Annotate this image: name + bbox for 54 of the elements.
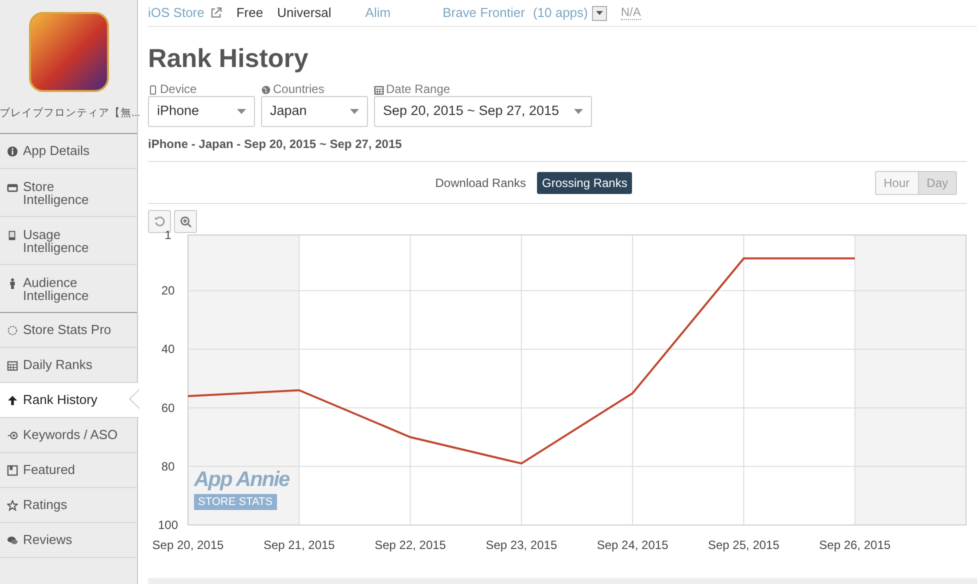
filter-dropdown[interactable]: Japan: [261, 96, 368, 127]
person-icon: [7, 278, 18, 289]
phone-icon: [148, 84, 158, 94]
chart-watermark-badge: STORE STATS: [194, 494, 277, 510]
x-axis-label: Sep 23, 2015: [486, 538, 558, 552]
x-axis-label: Sep 26, 2015: [819, 538, 891, 552]
calendar-icon: [374, 84, 384, 94]
chart-watermark-title: App Annie: [194, 468, 290, 492]
y-axis-label: 40: [161, 342, 175, 356]
price-label: Free: [236, 4, 264, 22]
dashed-circle-icon: [7, 325, 18, 336]
phone-icon: [7, 230, 18, 241]
caret-icon: [350, 109, 359, 114]
x-axis-label: Sep 22, 2015: [374, 538, 446, 552]
rank-tab[interactable]: Grossing Ranks: [536, 172, 632, 194]
star-icon: [7, 500, 18, 511]
target-icon: [7, 430, 18, 441]
calendar-icon: [7, 360, 18, 371]
tray-icon: [7, 182, 18, 193]
caret-icon: [237, 109, 246, 114]
app-name: ブレイブフロンティア【無...: [0, 106, 138, 121]
undo-icon: [154, 216, 165, 227]
info-icon: [7, 146, 18, 157]
caret-icon: [574, 109, 583, 114]
bookmark-icon: [7, 465, 18, 476]
globe-icon: [261, 84, 271, 94]
apps-dropdown-button[interactable]: [592, 6, 607, 20]
zoom-button[interactable]: [174, 210, 197, 233]
filter-dropdown[interactable]: iPhone: [148, 96, 255, 127]
x-axis-label: Sep 20, 2015: [152, 538, 224, 552]
up-arrow-icon: [7, 395, 18, 406]
x-axis-label: Sep 25, 2015: [708, 538, 780, 552]
caret-icon: [596, 11, 603, 15]
page-title: Rank History: [148, 43, 310, 73]
x-axis-label: Sep 24, 2015: [596, 538, 668, 552]
device-support-label: Universal: [277, 4, 332, 22]
app-count: (10 apps): [532, 4, 588, 22]
zoom-in-icon: [180, 216, 192, 228]
filter-dropdown[interactable]: Sep 20, 2015 ~ Sep 27, 2015: [374, 96, 592, 127]
filter-label: Countries: [273, 83, 324, 96]
selection-summary: iPhone - Japan - Sep 20, 2015 ~ Sep 27, 2015: [148, 135, 967, 162]
chat-icon: [7, 535, 18, 546]
y-axis-label: 100: [158, 518, 178, 532]
app-icon: [28, 12, 108, 92]
x-axis-label: Sep 21, 2015: [263, 538, 335, 552]
y-axis-label: 80: [161, 459, 175, 474]
external-link-icon: [210, 7, 222, 19]
filter-label: Date Range: [386, 83, 450, 96]
y-axis-label: 1: [164, 228, 172, 242]
rank-tab[interactable]: Download Ranks: [430, 172, 531, 194]
rating-label: N/A: [620, 6, 641, 20]
y-axis-label: 20: [161, 284, 175, 298]
y-axis-label: 60: [161, 400, 175, 415]
filter-label: Device: [160, 83, 197, 96]
